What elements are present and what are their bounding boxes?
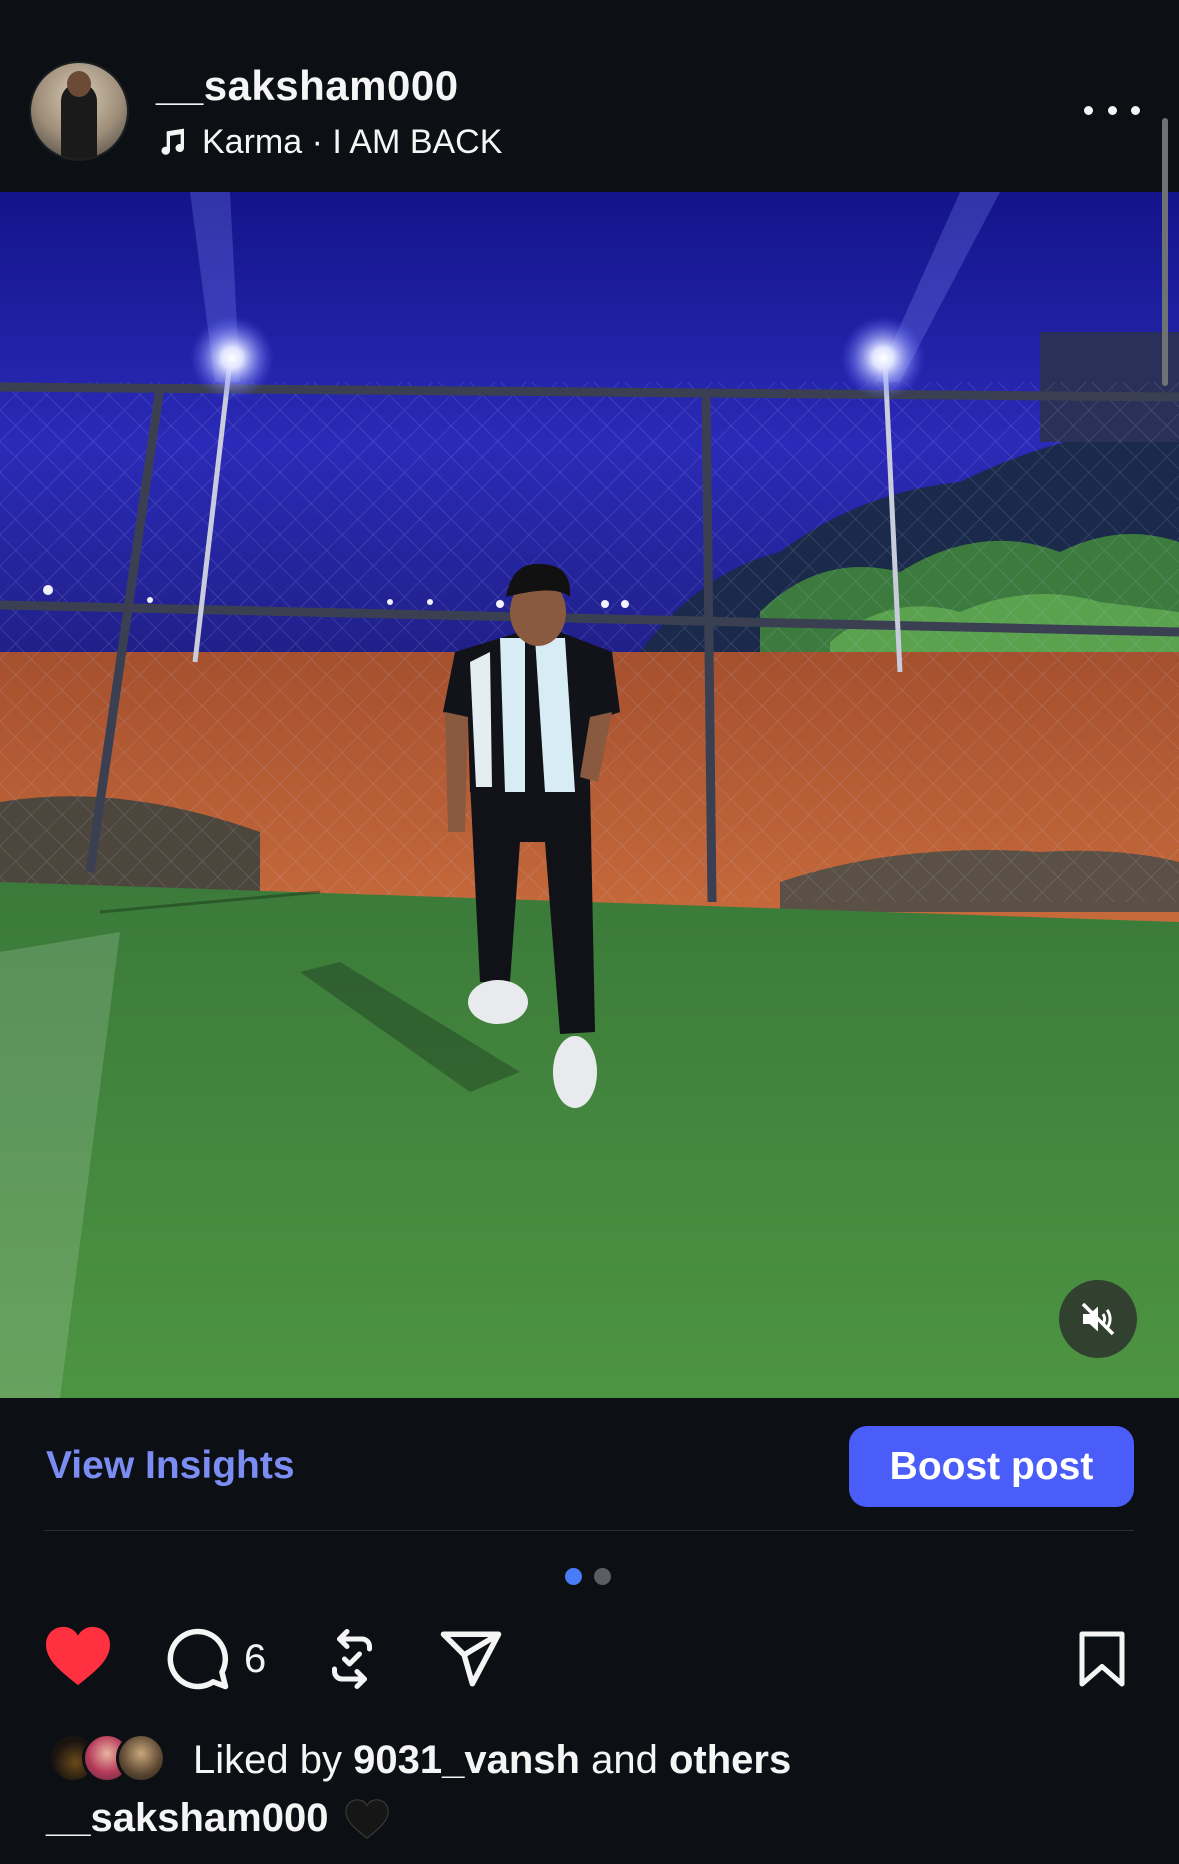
save-button[interactable] [1072, 1626, 1132, 1692]
liked-by-user[interactable]: 9031_vansh [353, 1738, 580, 1782]
post-header: __saksham000 Karma · I AM BACK [0, 0, 1179, 190]
share-button[interactable] [436, 1626, 506, 1692]
music-note-icon [161, 128, 185, 155]
heart-icon [46, 1626, 110, 1686]
scrollbar[interactable] [1162, 118, 1168, 386]
avatar [116, 1733, 166, 1783]
more-dot [1107, 105, 1117, 115]
carousel-indicator [565, 1568, 611, 1585]
bookmark-icon [1079, 1631, 1125, 1687]
avatar-head [67, 71, 91, 97]
comment-button[interactable]: 6 [164, 1626, 266, 1692]
caption: __saksham000 [46, 1796, 390, 1841]
muted-speaker-icon [1081, 1302, 1115, 1336]
view-insights-link[interactable]: View Insights [46, 1444, 295, 1488]
more-options-icon[interactable] [1084, 90, 1140, 130]
post-username[interactable]: __saksham000 [156, 62, 459, 110]
liked-by-connector: and [591, 1738, 658, 1782]
liked-by-prefix: Liked by [193, 1738, 342, 1782]
audio-link[interactable]: Karma · I AM BACK [156, 120, 502, 164]
post-photo [0, 192, 1179, 1398]
carousel-dot [594, 1568, 611, 1585]
boost-post-button[interactable]: Boost post [849, 1426, 1134, 1507]
liked-by-others[interactable]: others [669, 1738, 791, 1782]
like-button[interactable] [42, 1624, 114, 1688]
more-dot [1131, 105, 1140, 115]
audio-title: Karma · I AM BACK [202, 122, 503, 161]
repost-button[interactable] [322, 1626, 382, 1692]
comment-count: 6 [244, 1636, 267, 1681]
caption-username[interactable]: __saksham000 [46, 1796, 328, 1841]
avatar[interactable] [31, 63, 127, 159]
black-heart-emoji [345, 1798, 390, 1839]
action-bar: 6 [0, 1620, 1179, 1700]
carousel-dot-active [565, 1568, 582, 1585]
share-icon [440, 1631, 502, 1687]
repost-icon [332, 1629, 372, 1689]
more-dot [1084, 105, 1093, 115]
post-media[interactable] [0, 192, 1179, 1398]
divider [44, 1530, 1134, 1531]
mute-toggle[interactable] [1059, 1280, 1137, 1358]
liker-avatars[interactable] [48, 1732, 166, 1784]
liked-by-text[interactable]: Liked by 9031_vansh and others [193, 1738, 791, 1783]
comment-icon [167, 1628, 229, 1690]
